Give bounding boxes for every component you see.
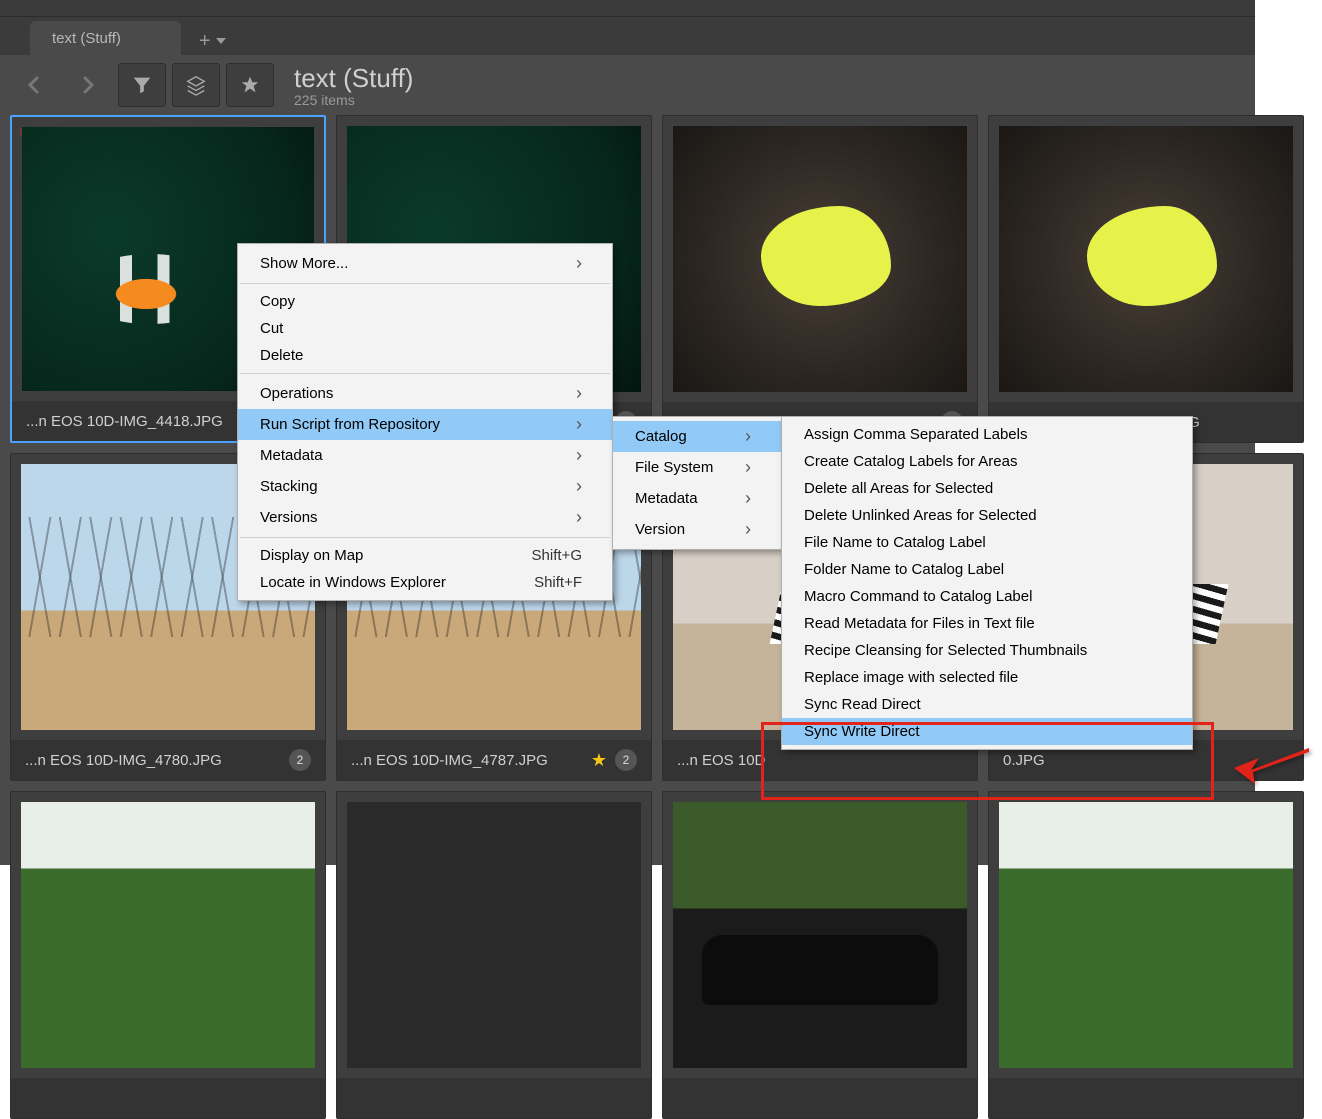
menu-stacking[interactable]: Stacking [238, 471, 612, 502]
menu-copy[interactable]: Copy [238, 288, 612, 315]
chevron-down-icon [216, 38, 226, 44]
header-row: text (Stuff) 225 items [0, 55, 1255, 115]
annotation-arrow [1231, 740, 1311, 793]
submenu-catalog[interactable]: Catalog [613, 421, 781, 452]
menu-run-script[interactable]: Run Script from Repository [238, 409, 612, 440]
context-menu: Show More... Copy Cut Delete Operations … [237, 243, 613, 601]
menu-show-more[interactable]: Show More... [238, 248, 612, 279]
thumbnail-caption [989, 1078, 1303, 1118]
menu-metadata[interactable]: Metadata [238, 440, 612, 471]
thumbnail-card[interactable] [10, 791, 326, 1119]
menu-separator [240, 537, 610, 538]
script-recipe-cleansing[interactable]: Recipe Cleansing for Selected Thumbnails [782, 637, 1192, 664]
thumbnail-caption: ...n EOS 10D-IMG_4787.JPG ★ 2 [337, 740, 651, 780]
script-read-metadata[interactable]: Read Metadata for Files in Text file [782, 610, 1192, 637]
thumbnail-filename: ...n EOS 10D [677, 752, 963, 769]
thumbnail-card[interactable] [662, 791, 978, 1119]
menu-locate[interactable]: Locate in Windows Explorer Shift+F [238, 569, 612, 596]
new-tab-button[interactable]: + [191, 31, 226, 55]
thumbnail-image [673, 802, 967, 1068]
submenu-catalog-scripts: Assign Comma Separated Labels Create Cat… [781, 416, 1193, 750]
menu-display-on-map[interactable]: Display on Map Shift+G [238, 542, 612, 569]
thumbnail-image [999, 126, 1293, 392]
thumbnail-filename: ...n EOS 10D-IMG_4787.JPG [351, 752, 583, 769]
script-file-name-label[interactable]: File Name to Catalog Label [782, 529, 1192, 556]
menu-operations[interactable]: Operations [238, 378, 612, 409]
thumbnail-image [347, 802, 641, 1068]
thumbnail-card[interactable]: ...n EOS 10D-IMG_4421.JPG [988, 115, 1304, 443]
thumbnail-caption [663, 1078, 977, 1118]
thumbnail-caption [337, 1078, 651, 1118]
script-create-labels[interactable]: Create Catalog Labels for Areas [782, 448, 1192, 475]
menu-separator [240, 283, 610, 284]
filter-button[interactable] [118, 63, 166, 107]
title-block: text (Stuff) 225 items [294, 63, 413, 108]
menu-delete[interactable]: Delete [238, 342, 612, 369]
thumbnail-image [21, 802, 315, 1068]
thumbnail-card[interactable] [336, 791, 652, 1119]
script-sync-read[interactable]: Sync Read Direct [782, 691, 1192, 718]
thumbnail-image [673, 126, 967, 392]
submenu-file-system[interactable]: File System [613, 452, 781, 483]
count-badge: 2 [615, 749, 637, 771]
thumbnail-image [999, 802, 1293, 1068]
star-icon [239, 74, 261, 96]
tab-active[interactable]: text (Stuff) [30, 21, 181, 55]
top-strip [0, 0, 1255, 17]
stack-icon [185, 74, 207, 96]
tab-label: text (Stuff) [52, 30, 121, 47]
thumbnail-caption [11, 1078, 325, 1118]
script-delete-unlinked[interactable]: Delete Unlinked Areas for Selected [782, 502, 1192, 529]
funnel-icon [131, 74, 153, 96]
arrow-right-icon [76, 73, 100, 97]
back-button[interactable] [10, 63, 58, 107]
layers-button[interactable] [172, 63, 220, 107]
menu-cut[interactable]: Cut [238, 315, 612, 342]
script-folder-name-label[interactable]: Folder Name to Catalog Label [782, 556, 1192, 583]
count-badge: 2 [289, 749, 311, 771]
submenu-metadata[interactable]: Metadata [613, 483, 781, 514]
script-macro-label[interactable]: Macro Command to Catalog Label [782, 583, 1192, 610]
shortcut: Shift+G [532, 547, 582, 564]
script-delete-areas[interactable]: Delete all Areas for Selected [782, 475, 1192, 502]
app-window: text (Stuff) + text (Stuff) 225 items ♡.… [0, 0, 1255, 865]
menu-versions[interactable]: Versions [238, 502, 612, 533]
plus-icon: + [199, 31, 211, 51]
thumbnail-card[interactable]: ...n EOS 10D-IMG_4420.JPG3 [662, 115, 978, 443]
tab-bar: text (Stuff) + [0, 17, 1255, 55]
forward-button[interactable] [64, 63, 112, 107]
submenu-version[interactable]: Version [613, 514, 781, 545]
menu-separator [240, 373, 610, 374]
thumbnail-caption: ...n EOS 10D-IMG_4780.JPG 2 [11, 740, 325, 780]
star-button[interactable] [226, 63, 274, 107]
thumbnail-card[interactable] [988, 791, 1304, 1119]
item-count: 225 items [294, 92, 413, 108]
script-replace-image[interactable]: Replace image with selected file [782, 664, 1192, 691]
thumbnail-filename: ...n EOS 10D-IMG_4780.JPG [25, 752, 281, 769]
arrow-left-icon [22, 73, 46, 97]
shortcut: Shift+F [534, 574, 582, 591]
script-assign-labels[interactable]: Assign Comma Separated Labels [782, 421, 1192, 448]
star-icon: ★ [591, 750, 607, 771]
script-sync-write[interactable]: Sync Write Direct [782, 718, 1192, 745]
page-title: text (Stuff) [294, 63, 413, 94]
submenu-repository: Catalog File System Metadata Version [612, 416, 782, 550]
